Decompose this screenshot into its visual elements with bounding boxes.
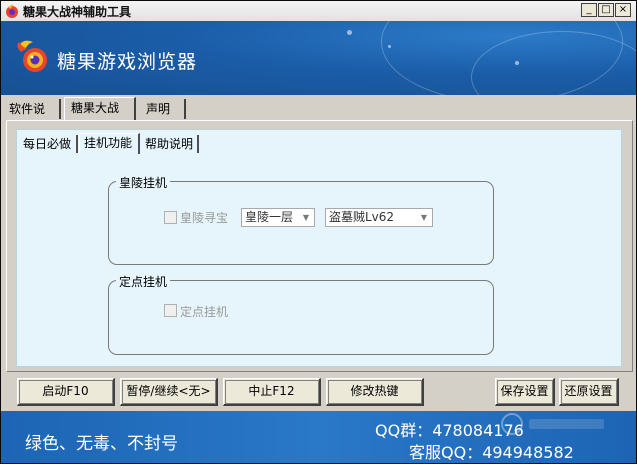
huangling-treasure-label: 皇陵寻宝 [180,211,229,225]
browser-brand: 糖果游戏浏览器 [57,51,198,73]
fixed-point-label: 定点挂机 [180,305,229,319]
huangling-treasure-checkbox[interactable] [164,211,177,224]
start-button[interactable]: 启动F10 [17,378,115,406]
tab-statement[interactable]: 声明 [140,99,186,119]
decor-dot [515,61,519,65]
stop-button[interactable]: 中止F12 [223,378,321,406]
pause-resume-button[interactable]: 暂停/继续<无> [120,378,218,406]
watermark-logo-icon [501,413,604,435]
floor-select[interactable]: 皇陵一层 ▼ [241,208,315,227]
group-dingdian [108,280,494,355]
group-huangling-title: 皇陵挂机 [116,174,171,191]
tab-idle-function[interactable]: 挂机功能 [79,133,140,154]
tab-candy-war-god[interactable]: 糖果大战神 [64,97,136,135]
app-icon [6,4,18,18]
title-bar[interactable]: 糖果大战神辅助工具 _ □ × [1,1,636,22]
floor-select-value: 皇陵一层 [245,210,294,224]
service-qq-text: 客服QQ：494948582 [409,443,574,462]
main-tabstrip: 软件说明 糖果大战神 声明 [1,96,636,136]
close-button[interactable]: × [615,3,631,17]
modify-hotkey-button[interactable]: 修改热键 [326,378,424,406]
tab-software-info[interactable]: 软件说明 [3,99,61,136]
maximize-button[interactable]: □ [598,3,614,17]
browser-header: 糖果游戏浏览器 [1,21,636,95]
tab-help[interactable]: 帮助说明 [141,135,199,153]
decor-dot [388,45,391,48]
decor-dot [347,30,352,35]
group-dingdian-title: 定点挂机 [116,273,171,290]
monster-select-value: 盗墓贼Lv62 [329,210,395,224]
app-window: 糖果大战神辅助工具 _ □ × 糖果游戏浏览器 软件说明 糖果大战神 声明 每日… [0,0,637,464]
minimize-button[interactable]: _ [581,3,597,17]
chevron-down-icon: ▼ [420,213,428,222]
candy-logo-icon [17,40,47,72]
monster-select[interactable]: 盗墓贼Lv62 ▼ [325,208,433,227]
chevron-down-icon: ▼ [302,213,310,222]
tab-daily-tasks[interactable]: 每日必做 [19,135,78,153]
fixed-point-checkbox[interactable] [164,304,177,317]
restore-settings-button[interactable]: 还原设置 [559,378,619,406]
save-settings-button[interactable]: 保存设置 [495,378,555,406]
footer-slogan: 绿色、无毒、不封号 [25,434,178,454]
window-title: 糖果大战神辅助工具 [23,5,132,19]
